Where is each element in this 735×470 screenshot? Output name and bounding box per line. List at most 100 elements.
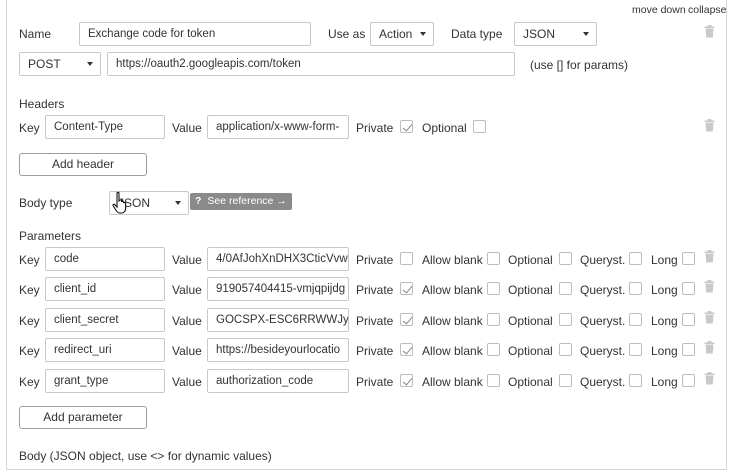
- param-key-input[interactable]: grant_type: [45, 369, 165, 393]
- param-optional-label: Optional: [508, 314, 553, 328]
- chevron-down-icon: [87, 62, 93, 66]
- param-allow-blank-checkbox[interactable]: [487, 252, 500, 265]
- parameters-title: Parameters: [19, 229, 82, 243]
- param-optional-label: Optional: [508, 375, 553, 389]
- param-private-label: Private: [356, 375, 394, 389]
- param-value-label: Value: [172, 253, 202, 267]
- param-optional-checkbox[interactable]: [559, 282, 572, 295]
- name-label: Name: [19, 27, 52, 41]
- param-allow-blank-label: Allow blank: [422, 375, 483, 389]
- param-querystring-checkbox[interactable]: [629, 252, 642, 265]
- header-value-label: Value: [172, 121, 202, 135]
- param-key-input[interactable]: redirect_uri: [45, 338, 165, 362]
- param-allow-blank-label: Allow blank: [422, 344, 483, 358]
- param-querystring-checkbox[interactable]: [629, 343, 642, 356]
- param-key-input[interactable]: client_id: [45, 277, 165, 301]
- use-as-dropdown[interactable]: Action: [370, 22, 434, 46]
- param-value-input[interactable]: https://besideyourlocatio: [207, 338, 349, 362]
- param-key-label: Key: [19, 344, 40, 358]
- collapse-link[interactable]: collapse: [688, 4, 727, 16]
- header-optional-checkbox[interactable]: [473, 120, 486, 133]
- param-value-input[interactable]: authorization_code: [207, 369, 349, 393]
- move-down-link[interactable]: move down: [632, 4, 686, 16]
- body-type-label: Body type: [19, 196, 73, 210]
- param-private-checkbox[interactable]: [400, 374, 413, 387]
- delete-parameter-icon[interactable]: [704, 250, 715, 263]
- param-optional-checkbox[interactable]: [559, 374, 572, 387]
- param-private-label: Private: [356, 344, 394, 358]
- param-value-label: Value: [172, 344, 202, 358]
- add-parameter-button[interactable]: Add parameter: [19, 406, 147, 429]
- param-long-label: Long: [651, 314, 678, 328]
- url-hint: (use [] for params): [530, 58, 629, 72]
- param-optional-checkbox[interactable]: [559, 343, 572, 356]
- header-key-input[interactable]: Content-Type: [45, 115, 165, 139]
- see-reference-button[interactable]: ? See reference →: [190, 193, 292, 210]
- header-value-input[interactable]: application/x-www-form-: [207, 115, 349, 139]
- param-value-input[interactable]: GOCSPX-ESC6RRWWJyqVl: [207, 308, 349, 332]
- param-optional-checkbox[interactable]: [559, 252, 572, 265]
- param-querystring-label: Queryst.: [580, 253, 626, 267]
- name-input[interactable]: Exchange code for token: [79, 22, 311, 46]
- param-allow-blank-checkbox[interactable]: [487, 343, 500, 356]
- delete-call-icon[interactable]: [704, 25, 715, 38]
- param-long-checkbox[interactable]: [682, 374, 695, 387]
- param-allow-blank-checkbox[interactable]: [487, 374, 500, 387]
- param-private-label: Private: [356, 314, 394, 328]
- param-querystring-label: Queryst.: [580, 344, 626, 358]
- header-key-label: Key: [19, 121, 40, 135]
- param-value-label: Value: [172, 283, 202, 297]
- param-key-label: Key: [19, 314, 40, 328]
- param-allow-blank-label: Allow blank: [422, 314, 483, 328]
- param-private-checkbox[interactable]: [400, 252, 413, 265]
- param-long-checkbox[interactable]: [682, 313, 695, 326]
- header-private-checkbox[interactable]: [400, 120, 413, 133]
- param-value-input[interactable]: 919057404415-vmjqpijdg: [207, 277, 349, 301]
- param-allow-blank-checkbox[interactable]: [487, 282, 500, 295]
- use-as-value: Action: [379, 27, 413, 41]
- param-private-checkbox[interactable]: [400, 343, 413, 356]
- param-querystring-checkbox[interactable]: [629, 313, 642, 326]
- body-label: Body (JSON object, use <> for dynamic va…: [19, 449, 272, 463]
- param-allow-blank-checkbox[interactable]: [487, 313, 500, 326]
- param-querystring-checkbox[interactable]: [629, 282, 642, 295]
- chevron-down-icon: [175, 201, 181, 205]
- param-long-label: Long: [651, 253, 678, 267]
- chevron-down-icon: [420, 32, 426, 36]
- param-querystring-label: Queryst.: [580, 283, 626, 297]
- param-key-input[interactable]: code: [45, 247, 165, 271]
- param-querystring-label: Queryst.: [580, 375, 626, 389]
- param-key-input[interactable]: client_secret: [45, 308, 165, 332]
- param-long-checkbox[interactable]: [682, 252, 695, 265]
- delete-parameter-icon[interactable]: [704, 280, 715, 293]
- use-as-label: Use as: [328, 27, 366, 41]
- param-long-label: Long: [651, 375, 678, 389]
- headers-title: Headers: [19, 97, 65, 111]
- header-private-label: Private: [356, 121, 394, 135]
- delete-parameter-icon[interactable]: [704, 372, 715, 385]
- help-icon: ?: [195, 195, 202, 207]
- param-private-checkbox[interactable]: [400, 313, 413, 326]
- param-long-checkbox[interactable]: [682, 343, 695, 356]
- url-input[interactable]: https://oauth2.googleapis.com/token: [107, 52, 515, 76]
- param-key-label: Key: [19, 375, 40, 389]
- chevron-down-icon: [583, 32, 589, 36]
- param-private-label: Private: [356, 253, 394, 267]
- param-long-checkbox[interactable]: [682, 282, 695, 295]
- param-private-checkbox[interactable]: [400, 282, 413, 295]
- delete-parameter-icon[interactable]: [704, 341, 715, 354]
- delete-parameter-icon[interactable]: [704, 311, 715, 324]
- param-value-input[interactable]: 4/0AfJohXnDHX3CticVvwz: [207, 247, 349, 271]
- method-dropdown[interactable]: POST: [19, 52, 101, 76]
- param-querystring-checkbox[interactable]: [629, 374, 642, 387]
- param-querystring-label: Queryst.: [580, 314, 626, 328]
- delete-header-icon[interactable]: [704, 119, 715, 132]
- param-optional-label: Optional: [508, 283, 553, 297]
- param-key-label: Key: [19, 253, 40, 267]
- param-optional-checkbox[interactable]: [559, 313, 572, 326]
- see-reference-label: See reference →: [207, 195, 287, 207]
- add-header-button[interactable]: Add header: [19, 153, 147, 176]
- data-type-dropdown[interactable]: JSON: [514, 22, 597, 46]
- header-optional-label: Optional: [422, 121, 467, 135]
- param-allow-blank-label: Allow blank: [422, 283, 483, 297]
